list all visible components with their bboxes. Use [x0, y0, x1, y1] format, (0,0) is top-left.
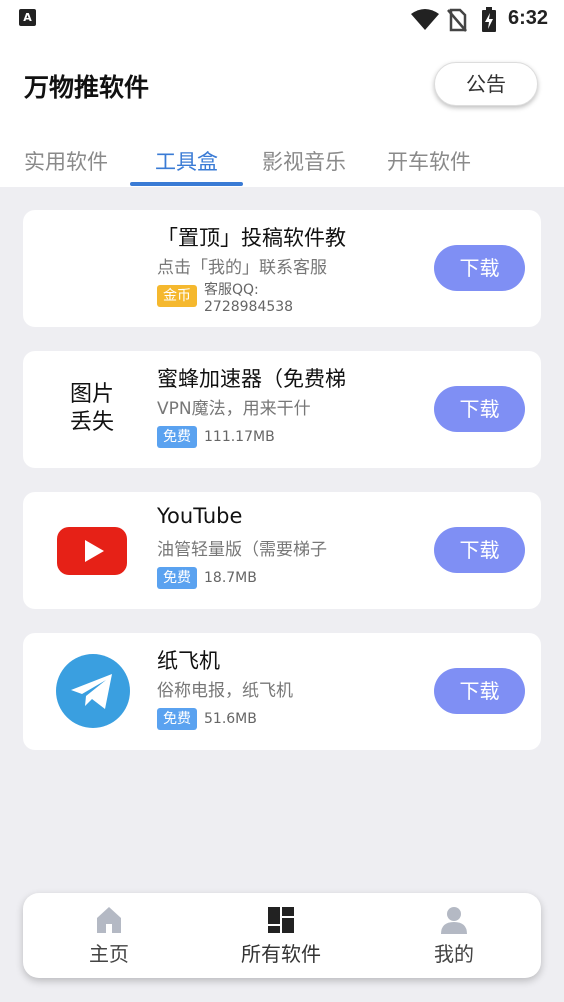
download-button[interactable]: 下载 [434, 245, 525, 291]
youtube-icon [57, 527, 127, 575]
download-button[interactable]: 下载 [434, 527, 525, 573]
app-size: 18.7MB [204, 570, 257, 586]
app-size: 51.6MB [204, 711, 257, 727]
tab-practical-software[interactable]: 实用软件 [24, 146, 108, 176]
app-name: YouTube [157, 504, 243, 528]
a-badge-icon: A [19, 9, 36, 26]
tab-driving-software[interactable]: 开车软件 [387, 146, 471, 176]
nav-home[interactable]: 主页 [39, 893, 179, 978]
app-card[interactable]: 纸飞机 俗称电报，纸飞机 免费 51.6MB 下载 [23, 633, 541, 750]
app-name: 「置顶」投稿软件教 [157, 226, 346, 250]
battery-charging-icon [482, 7, 496, 32]
wifi-icon [411, 9, 439, 30]
image-missing-text: 图片 [69, 382, 114, 407]
status-bar: A 6:32 [0, 0, 564, 40]
app-card[interactable]: 「置顶」投稿软件教 点击「我的」联系客服 金币 客服QQ: 2728984538… [23, 210, 541, 327]
bottom-navigation: 主页 所有软件 我的 [23, 893, 541, 978]
notice-button[interactable]: 公告 [434, 62, 538, 106]
app-icon-blank [57, 234, 127, 304]
contact-label: 客服QQ: [204, 282, 259, 298]
app-description: VPN魔法，用来干什 [157, 399, 311, 419]
app-name: 蜜蜂加速器（免费梯 [157, 367, 346, 391]
clock-time: 6:32 [508, 7, 549, 29]
page-title: 万物推软件 [24, 73, 150, 102]
price-badge: 免费 [157, 426, 197, 448]
app-size: 111.17MB [204, 429, 275, 445]
nav-label: 我的 [434, 942, 474, 966]
price-badge: 免费 [157, 567, 197, 589]
tab-toolbox[interactable]: 工具盒 [155, 146, 218, 176]
app-name: 纸飞机 [157, 649, 220, 673]
nav-label: 所有软件 [241, 942, 321, 966]
person-icon [441, 907, 467, 934]
price-badge: 金币 [157, 285, 197, 307]
price-badge: 免费 [157, 708, 197, 730]
category-tabs: 实用软件 工具盒 影视音乐 开车软件 [0, 140, 564, 187]
no-sim-icon [447, 8, 467, 32]
apps-grid-icon [268, 907, 294, 933]
app-card[interactable]: 图片 丢失 蜜蜂加速器（免费梯 VPN魔法，用来干什 免费 111.17MB 下… [23, 351, 541, 468]
app-card[interactable]: YouTube 油管轻量版（需要梯子 免费 18.7MB 下载 [23, 492, 541, 609]
app-contact: 客服QQ: 2728984538 [204, 282, 293, 316]
active-tab-indicator [130, 182, 243, 186]
app-description: 油管轻量版（需要梯子 [157, 540, 327, 560]
contact-number: 2728984538 [204, 299, 294, 315]
home-icon [97, 907, 121, 933]
app-description: 俗称电报，纸飞机 [157, 681, 293, 701]
nav-all-software[interactable]: 所有软件 [211, 893, 351, 978]
telegram-icon [56, 654, 130, 728]
app-description: 点击「我的」联系客服 [157, 258, 327, 278]
nav-mine[interactable]: 我的 [384, 893, 524, 978]
download-button[interactable]: 下载 [434, 668, 525, 714]
nav-label: 主页 [89, 942, 129, 966]
download-button[interactable]: 下载 [434, 386, 525, 432]
tab-video-music[interactable]: 影视音乐 [262, 146, 346, 176]
image-missing-text: 丢失 [69, 410, 114, 435]
image-missing-placeholder: 图片 丢失 [57, 375, 127, 451]
